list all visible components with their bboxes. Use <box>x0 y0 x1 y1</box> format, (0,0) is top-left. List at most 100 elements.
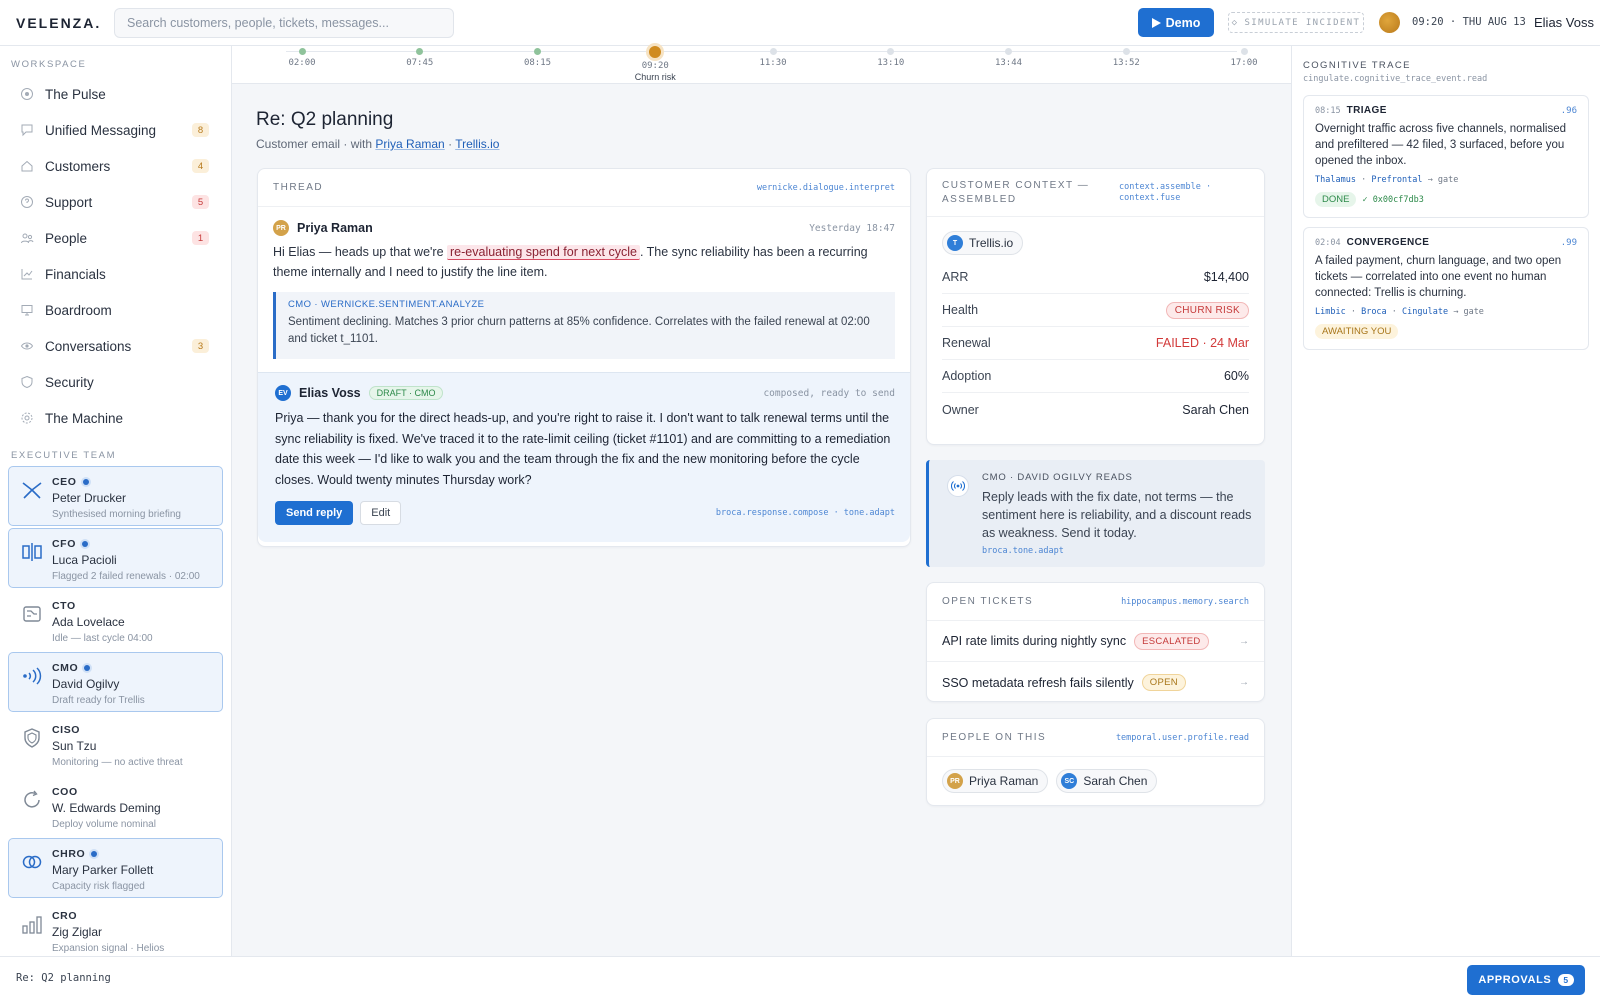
approvals-label: APPROVALS <box>1478 974 1552 986</box>
trace-link[interactable]: Cingulate <box>1402 307 1448 317</box>
exec-card-cmo[interactable]: CMO David Ogilvy Draft ready for Trellis <box>8 652 223 712</box>
count-badge: 4 <box>192 159 209 173</box>
exec-card-ciso[interactable]: CISO Sun Tzu Monitoring — no active threat <box>8 714 223 774</box>
timeline-tick[interactable]: 13:52 <box>1096 46 1156 68</box>
sidebar: WORKSPACE The Pulse Unified Messaging 8 Cus… <box>0 46 232 956</box>
timeline-tick[interactable]: 17:00 <box>1214 46 1274 68</box>
person-chip[interactable]: SC Sarah Chen <box>1056 769 1158 793</box>
sidebar-item-customers[interactable]: Customers 4 <box>0 148 231 184</box>
gear-icon <box>20 411 34 425</box>
timeline-dot <box>534 48 541 55</box>
exec-name: Zig Ziglar <box>52 925 103 939</box>
trace-link[interactable]: Prefrontal <box>1371 175 1422 185</box>
exec-card-cro[interactable]: CRO Zig Ziglar Expansion signal · Helios <box>8 900 223 956</box>
timeline-tick[interactable]: 11:30 <box>743 46 803 68</box>
play-icon <box>1151 17 1161 28</box>
timeline-tick[interactable]: 13:44 <box>979 46 1039 68</box>
count-badge: 3 <box>192 339 209 353</box>
simulate-incident-button[interactable]: ◇ SIMULATE INCIDENT <box>1228 12 1364 33</box>
company-link[interactable]: Trellis.io <box>455 137 499 151</box>
sidebar-item-people[interactable]: People 1 <box>0 220 231 256</box>
trace-event[interactable]: 02:04 CONVERGENCE .99 A failed payment, chu… <box>1303 227 1589 350</box>
timeline-tick[interactable]: 09:20 Churn risk <box>625 46 685 82</box>
sidebar-item-conversations[interactable]: Conversations 3 <box>0 328 231 364</box>
trace-link[interactable]: Broca <box>1361 307 1387 317</box>
subtitle-prefix: Customer email · with <box>256 137 373 151</box>
clock: 09:20 · THU AUG 13 <box>1412 16 1526 28</box>
trace-link[interactable]: Limbic <box>1315 307 1346 317</box>
draft-sender: Elias Voss <box>299 386 361 400</box>
user-name[interactable]: Elias Voss <box>1534 15 1594 30</box>
exec-status: Flagged 2 failed renewals · 02:00 <box>52 571 200 582</box>
approvals-button[interactable]: APPROVALS 5 <box>1467 965 1585 995</box>
demo-button[interactable]: Demo <box>1138 8 1214 37</box>
exec-role: CISO <box>52 724 222 736</box>
timeline-tick[interactable]: 08:15 <box>508 46 568 68</box>
cognitive-trace-panel: COGNITIVE TRACE cingulate.cognitive_trac… <box>1291 46 1600 956</box>
sidebar-item-label: The Pulse <box>45 86 106 102</box>
avatar: SC <box>1061 773 1078 789</box>
exec-role: CFO <box>52 538 222 550</box>
timeline-tick[interactable]: 07:45 <box>390 46 450 68</box>
sidebar-item-the-machine[interactable]: The Machine <box>0 400 231 436</box>
send-reply-button[interactable]: Send reply <box>275 501 354 525</box>
highlighted-phrase[interactable]: re-evaluating spend for next cycle <box>447 245 640 260</box>
cmo-note-tag: broca.tone.adapt <box>982 546 1064 556</box>
sidebar-item-the-pulse[interactable]: The Pulse <box>0 76 231 112</box>
timeline-tick[interactable]: 13:10 <box>861 46 921 68</box>
open-tickets-card: OPEN TICKETS hippocampus.memory.search A… <box>926 582 1265 702</box>
exec-card-coo[interactable]: COO W. Edwards Deming Deploy volume nomina… <box>8 776 223 836</box>
sidebar-item-financials[interactable]: Financials <box>0 256 231 292</box>
timeline-time: 09:20 <box>641 61 669 71</box>
contact-link[interactable]: Priya Raman <box>375 137 444 151</box>
ticket-title: SSO metadata refresh fails silently <box>942 675 1134 690</box>
ticket-row[interactable]: API rate limits during nightly sync ESCAL… <box>927 621 1264 662</box>
approvals-count: 5 <box>1558 974 1574 986</box>
tickets-tag: hippocampus.memory.search <box>1121 596 1249 607</box>
page-title: Re: Q2 planning <box>256 109 394 130</box>
timeline-tick[interactable]: 02:00 <box>272 46 332 68</box>
exec-card-chro[interactable]: CHRO Mary Parker Follett Capacity risk fla… <box>8 838 223 898</box>
circuit-icon <box>21 603 43 625</box>
sidebar-item-boardroom[interactable]: Boardroom <box>0 292 231 328</box>
draft-body[interactable]: Priya — thank you for the direct heads-u… <box>275 408 895 490</box>
exec-role: CMO <box>52 662 222 674</box>
active-dot <box>81 541 88 547</box>
context-key: ARR <box>942 270 969 284</box>
draft-reply: EV Elias Voss DRAFT · CMO composed, read… <box>258 372 910 542</box>
exec-card-cfo[interactable]: CFO Luca Pacioli Flagged 2 failed renewals… <box>8 528 223 588</box>
trace-link[interactable]: Thalamus <box>1315 175 1356 185</box>
sidebar-item-support[interactable]: Support 5 <box>0 184 231 220</box>
sidebar-item-security[interactable]: Security <box>0 364 231 400</box>
tickets-title: OPEN TICKETS <box>942 596 1034 607</box>
timeline-dot <box>1240 48 1248 55</box>
exec-card-ceo[interactable]: CEO Peter Drucker Synthesised morning brie… <box>8 466 223 526</box>
message-sender: Priya Raman <box>297 221 373 235</box>
trace-links: Limbic · Broca · Cingulate → gate <box>1315 307 1577 317</box>
company-avatar: T <box>947 235 963 251</box>
sidebar-item-unified-messaging[interactable]: Unified Messaging 8 <box>0 112 231 148</box>
ticket-row[interactable]: SSO metadata refresh fails silently OPEN → <box>927 662 1264 703</box>
link-separator: · <box>1386 307 1403 317</box>
edit-button[interactable]: Edit <box>360 501 402 525</box>
thread-card: THREAD wernicke.dialogue.interpret PR Pr… <box>257 168 911 547</box>
person-chip[interactable]: PR Priya Raman <box>942 769 1049 793</box>
ticket-title: API rate limits during nightly sync <box>942 634 1127 648</box>
timeline-note: Churn risk <box>634 72 676 82</box>
eye-icon <box>20 339 34 353</box>
message-time: Yesterday 18:47 <box>809 222 895 234</box>
arrow-right-icon[interactable]: → <box>1239 636 1249 647</box>
trace-event[interactable]: 08:15 TRIAGE .96 Overnight traffic across f… <box>1303 95 1589 218</box>
timeline-time: 08:15 <box>523 58 552 68</box>
ticket-list: API rate limits during nightly sync ESCAL… <box>927 621 1264 703</box>
trace-footer: DONE ✓ 0x00cf7db3 <box>1315 192 1577 207</box>
status-orb[interactable] <box>1379 12 1400 33</box>
timeline: 02:00 07:45 08:15 09:20 Churn risk 11:30 13:10… <box>232 46 1291 84</box>
shield-icon <box>21 727 43 749</box>
ticket-status-badge: ESCALATED <box>1134 632 1209 650</box>
arrow-right-icon[interactable]: → <box>1239 677 1249 688</box>
app-logo[interactable]: VELENZA. <box>16 15 99 31</box>
company-chip[interactable]: T Trellis.io <box>942 231 1024 255</box>
exec-card-cto[interactable]: CTO Ada Lovelace Idle — last cycle 04:00 <box>8 590 223 650</box>
search-input[interactable]: Search customers, people, tickets, messa… <box>114 7 454 38</box>
